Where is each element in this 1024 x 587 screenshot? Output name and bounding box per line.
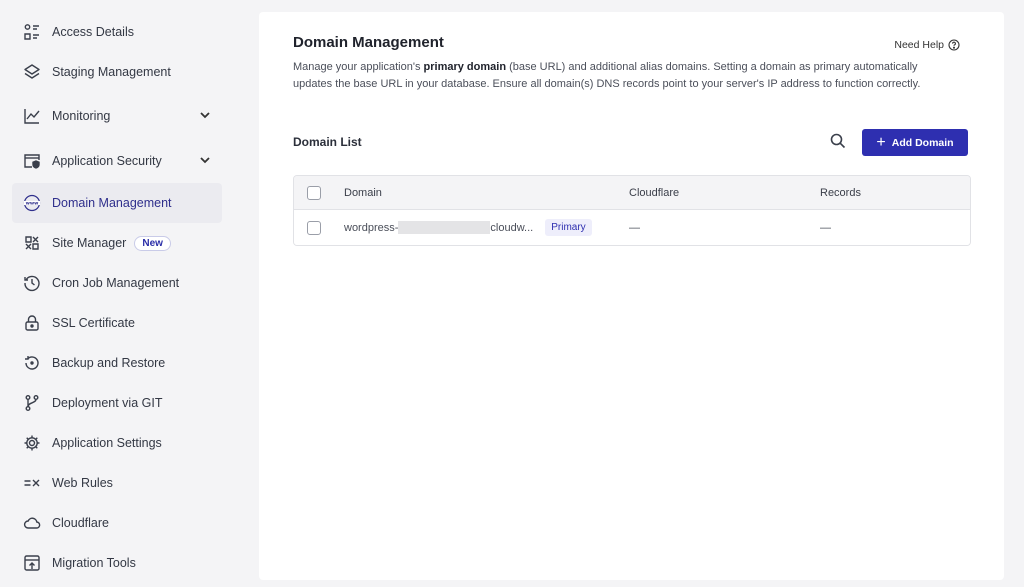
sidebar-item-label: Deployment via GIT: [52, 396, 163, 410]
domain-table: Domain Cloudflare Records wordpress- clo…: [293, 175, 971, 246]
sidebar-item-label: Backup and Restore: [52, 356, 166, 370]
sidebar-item-domain-management[interactable]: www Domain Management: [12, 183, 222, 223]
domain-cell[interactable]: wordpress- cloudw... Primary: [344, 210, 592, 245]
domain-suffix: cloudw...: [490, 221, 534, 234]
sidebar-item-label: Application Settings: [52, 436, 162, 450]
table-row[interactable]: wordpress- cloudw... Primary — —: [294, 210, 970, 245]
sidebar-item-monitoring[interactable]: Monitoring: [12, 96, 222, 136]
sidebar-item-staging-management[interactable]: Staging Management: [12, 52, 222, 92]
primary-domain-emphasis: primary domain: [423, 61, 507, 73]
sidebar-item-cloudflare[interactable]: Cloudflare: [12, 503, 222, 543]
site-manager-icon: [22, 233, 42, 253]
primary-badge: Primary: [545, 219, 592, 236]
web-rules-icon: [22, 473, 42, 493]
access-details-icon: [22, 22, 42, 42]
git-branch-icon: [22, 393, 42, 413]
add-domain-button[interactable]: + Add Domain: [862, 129, 968, 156]
sidebar-item-access-details[interactable]: Access Details: [12, 12, 222, 52]
chevron-down-icon[interactable]: [198, 108, 212, 122]
layers-icon: [22, 62, 42, 82]
sidebar-item-migration-tools[interactable]: Migration Tools: [12, 543, 222, 583]
domain-list-title: Domain List: [293, 135, 362, 149]
sidebar-item-backup-and-restore[interactable]: Backup and Restore: [12, 343, 222, 383]
backup-restore-icon: [22, 353, 42, 373]
migration-icon: [22, 553, 42, 573]
domain-prefix: wordpress-: [344, 221, 399, 234]
row-select-cell: [307, 210, 321, 245]
new-badge: New: [134, 235, 171, 251]
sidebar-item-label: Application Security: [52, 154, 162, 168]
cloudflare-cell: —: [629, 221, 640, 234]
table-header: Domain Cloudflare Records: [294, 176, 970, 210]
column-header-cloudflare[interactable]: Cloudflare: [629, 176, 679, 209]
sidebar-item-application-security[interactable]: Application Security: [12, 141, 222, 181]
sidebar-item-site-manager[interactable]: Site Manager New: [12, 223, 222, 263]
records-cell: —: [820, 221, 831, 234]
sidebar: Access Details Staging Management Monito…: [0, 0, 240, 587]
add-domain-label: Add Domain: [891, 136, 954, 149]
svg-text:www: www: [26, 202, 39, 207]
sidebar-item-web-rules[interactable]: Web Rules: [12, 463, 222, 503]
select-all-checkbox[interactable]: [307, 185, 321, 200]
row-checkbox[interactable]: [307, 220, 321, 235]
chevron-down-icon[interactable]: [198, 153, 212, 167]
column-header-domain[interactable]: Domain: [344, 176, 382, 209]
sidebar-item-label: Web Rules: [52, 476, 113, 490]
sidebar-item-cron-job-management[interactable]: Cron Job Management: [12, 263, 222, 303]
sidebar-item-label: Monitoring: [52, 109, 111, 123]
lock-icon: [22, 313, 42, 333]
sidebar-item-label: Site Manager: [52, 236, 127, 250]
sidebar-item-label: Staging Management: [52, 65, 171, 79]
sidebar-item-label: SSL Certificate: [52, 316, 135, 330]
www-globe-icon: www: [22, 193, 42, 213]
search-icon[interactable]: [829, 132, 847, 150]
gear-icon: [22, 433, 42, 453]
need-help-label: Need Help: [894, 39, 944, 51]
sidebar-item-ssl-certificate[interactable]: SSL Certificate: [12, 303, 222, 343]
help-icon: [948, 39, 960, 51]
need-help-link[interactable]: Need Help: [894, 39, 960, 51]
plus-icon: +: [876, 133, 886, 151]
sidebar-item-deployment-via-git[interactable]: Deployment via GIT: [12, 383, 222, 423]
sidebar-item-application-settings[interactable]: Application Settings: [12, 423, 222, 463]
select-all-cell: [307, 176, 321, 209]
sidebar-item-label: Cloudflare: [52, 516, 109, 530]
cloud-icon: [22, 513, 42, 533]
sidebar-item-label: Migration Tools: [52, 556, 136, 570]
page-title: Domain Management: [293, 34, 444, 51]
sidebar-item-label: Cron Job Management: [52, 276, 180, 290]
redacted-domain-segment: [398, 221, 491, 234]
page-description: Manage your application's primary domain…: [293, 61, 921, 90]
clock-history-icon: [22, 273, 42, 293]
column-header-records[interactable]: Records: [820, 176, 861, 209]
shield-window-icon: [22, 151, 42, 171]
main-panel: Domain Management Need Help Manage your …: [259, 12, 1004, 580]
line-chart-icon: [22, 106, 42, 126]
sidebar-item-label: Domain Management: [52, 196, 172, 210]
sidebar-item-label: Access Details: [52, 25, 134, 39]
